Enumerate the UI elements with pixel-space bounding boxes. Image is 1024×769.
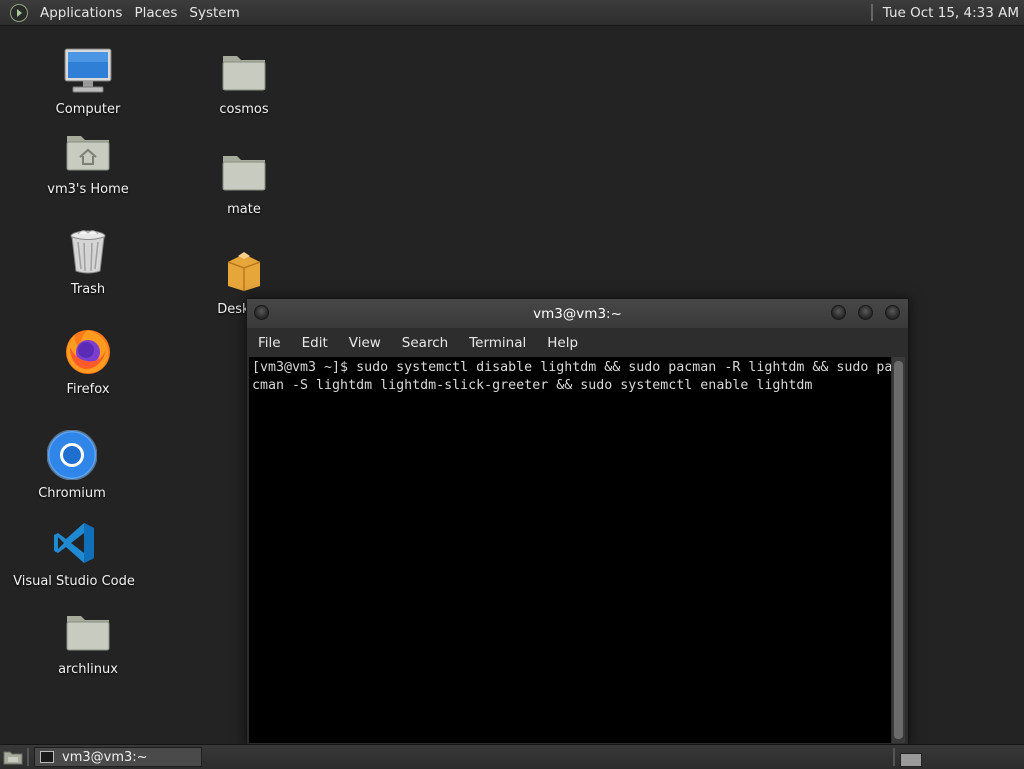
terminal-window[interactable]: vm3@vm3:~ File Edit View Search Terminal… bbox=[246, 298, 909, 746]
panel-separator bbox=[27, 748, 29, 766]
vscode-icon bbox=[49, 518, 99, 568]
clock[interactable]: Tue Oct 15, 4:33 AM bbox=[883, 5, 1024, 21]
desktop-icon-archlinux[interactable]: archlinux bbox=[23, 606, 153, 677]
top-panel: Applications Places System Tue Oct 15, 4… bbox=[0, 0, 1024, 26]
desktop-icon-label: Visual Studio Code bbox=[13, 574, 135, 589]
chromium-icon bbox=[47, 430, 97, 480]
folder-icon bbox=[219, 146, 269, 196]
terminal-line: cman -S lightdm lightdm-slick-greeter &&… bbox=[252, 378, 813, 393]
menu-help[interactable]: Help bbox=[536, 335, 588, 351]
desktop-icon-computer[interactable]: Computer bbox=[23, 46, 153, 117]
menu-terminal[interactable]: Terminal bbox=[458, 335, 536, 351]
close-button[interactable] bbox=[885, 305, 900, 320]
applications-menu[interactable]: Applications bbox=[34, 5, 128, 21]
desktop-icon-cosmos[interactable]: cosmos bbox=[179, 46, 309, 117]
desktop-icon-vscode[interactable]: Visual Studio Code bbox=[9, 518, 139, 589]
folder-icon bbox=[219, 46, 269, 96]
places-menu[interactable]: Places bbox=[128, 5, 183, 21]
show-desktop-icon[interactable] bbox=[3, 749, 23, 765]
mate-logo-icon[interactable] bbox=[10, 3, 28, 22]
terminal-output[interactable]: [vm3@vm3 ~]$ sudo systemctl disable ligh… bbox=[249, 357, 891, 743]
desktop-icon-mate[interactable]: mate bbox=[179, 146, 309, 217]
terminal-titlebar[interactable]: vm3@vm3:~ bbox=[247, 299, 908, 328]
firefox-icon bbox=[63, 326, 113, 376]
window-title: vm3@vm3:~ bbox=[533, 305, 622, 322]
folder-icon bbox=[63, 606, 113, 656]
package-icon bbox=[219, 246, 269, 296]
system-menu[interactable]: System bbox=[183, 5, 245, 21]
desktop-icon-label: Firefox bbox=[66, 382, 110, 397]
menu-search[interactable]: Search bbox=[391, 335, 458, 351]
maximize-button[interactable] bbox=[858, 305, 873, 320]
desktop-icon-chromium[interactable]: Chromium bbox=[7, 430, 137, 501]
desktop-icon-firefox[interactable]: Firefox bbox=[23, 326, 153, 397]
panel-separator bbox=[893, 748, 895, 766]
menu-edit[interactable]: Edit bbox=[291, 335, 338, 351]
desktop-icon-label: archlinux bbox=[58, 662, 118, 677]
menu-view[interactable]: View bbox=[338, 335, 391, 351]
terminal-line: [vm3@vm3 ~]$ sudo systemctl disable ligh… bbox=[252, 360, 891, 375]
window-menu-button[interactable] bbox=[254, 305, 269, 320]
terminal-scrollbar[interactable] bbox=[892, 357, 905, 743]
home-folder-icon bbox=[63, 126, 113, 176]
desktop-icon-label: Trash bbox=[70, 282, 106, 297]
trash-icon bbox=[63, 226, 113, 276]
desktop-icon-label: mate bbox=[227, 202, 261, 217]
desktop-icon-label: Chromium bbox=[38, 486, 106, 501]
desktop-icon-home[interactable]: vm3's Home bbox=[23, 126, 153, 197]
terminal-menubar: File Edit View Search Terminal Help bbox=[247, 329, 908, 356]
desktop-icon-trash[interactable]: Trash bbox=[23, 226, 153, 297]
workspace-switcher[interactable] bbox=[900, 753, 922, 767]
terminal-icon bbox=[40, 751, 54, 763]
desktop-icon-label: vm3's Home bbox=[47, 182, 129, 197]
desktop-icon-label: Computer bbox=[55, 102, 121, 117]
taskbar-button-terminal[interactable]: vm3@vm3:~ bbox=[34, 747, 202, 767]
desktop-icon-label: cosmos bbox=[219, 102, 269, 117]
panel-separator bbox=[870, 4, 873, 21]
scrollbar-thumb[interactable] bbox=[894, 361, 903, 739]
computer-icon bbox=[63, 46, 113, 96]
minimize-button[interactable] bbox=[831, 305, 846, 320]
clock-area: Tue Oct 15, 4:33 AM bbox=[870, 0, 1024, 25]
menu-file[interactable]: File bbox=[247, 335, 291, 351]
taskbar-button-label: vm3@vm3:~ bbox=[62, 749, 148, 765]
bottom-panel: vm3@vm3:~ bbox=[0, 744, 1024, 769]
